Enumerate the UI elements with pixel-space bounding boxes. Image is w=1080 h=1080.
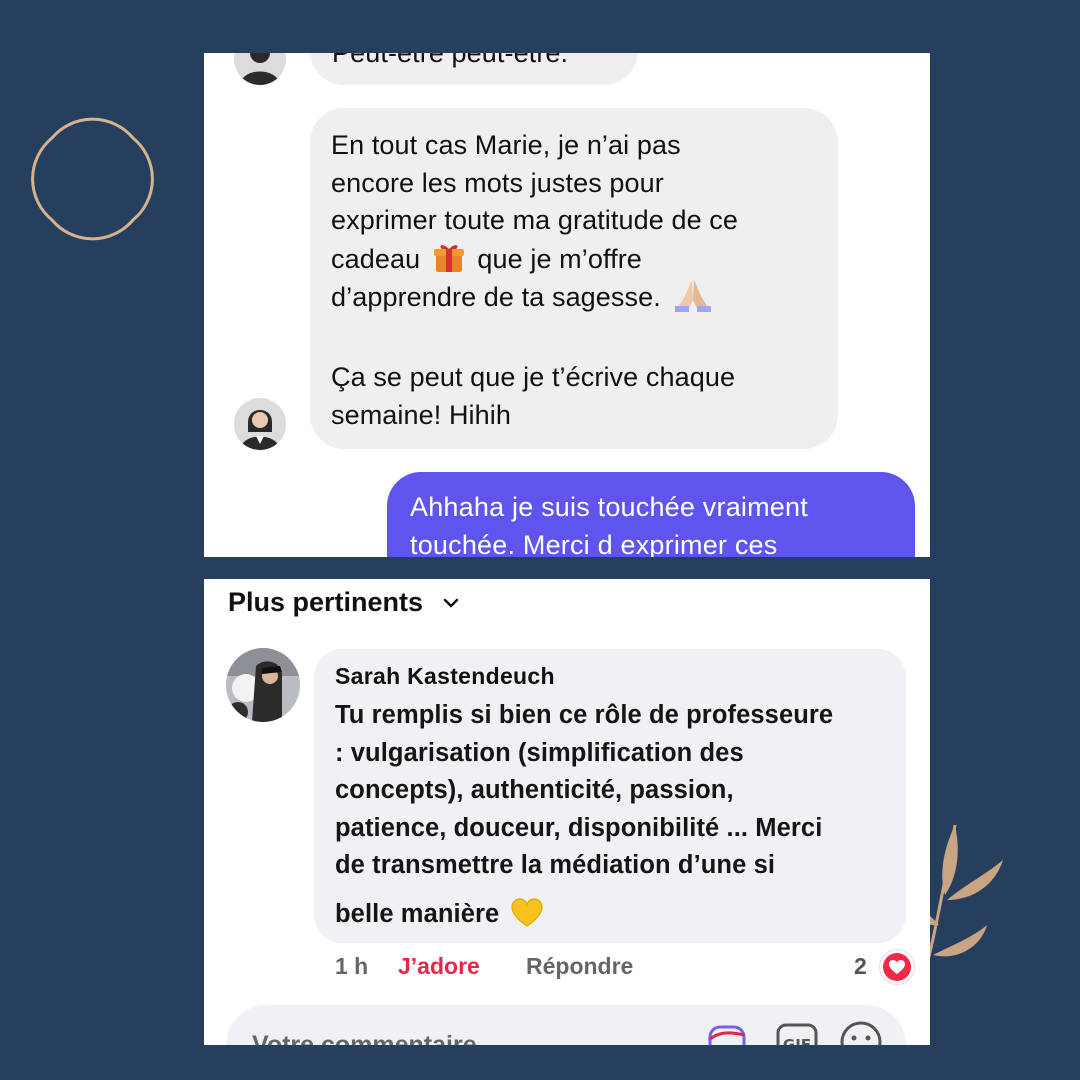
comment-line: patience, douceur, disponibilité ... Mer… — [335, 813, 823, 842]
messenger-screenshot: Peut-être peut-être. En tout cas Marie, … — [204, 53, 930, 557]
sticker-icon[interactable] — [704, 1019, 750, 1045]
comment-line: concepts), authenticité, passion, — [335, 776, 734, 805]
comment-text: belle manière — [335, 899, 500, 928]
avatar-photo — [234, 398, 286, 450]
comment-input[interactable] — [250, 1027, 674, 1045]
message-line: Ça se peut que je t’écrive chaque — [331, 362, 736, 392]
message-line: touchée. Merci d exprimer ces — [410, 529, 778, 558]
message-line-with-gift: cadeau que je m’offre — [331, 240, 738, 279]
message-text: Peut-être peut-être. — [332, 53, 569, 68]
comment-line-last: belle manière — [335, 896, 833, 934]
comment-author[interactable]: Sarah Kastendeuch — [335, 663, 555, 690]
message-bubble-received: En tout cas Marie, je n’ai pas encore le… — [310, 108, 838, 449]
avatar-photo — [226, 648, 300, 722]
love-reaction-button[interactable]: J’adore — [398, 953, 480, 980]
reaction-count[interactable]: 2 — [854, 953, 867, 980]
message-line-with-hands: d’apprendre de ta sagesse. — [331, 278, 738, 317]
comment-composer[interactable]: GIF — [226, 1005, 906, 1045]
comment-line: Tu remplis si bien ce rôle de professeur… — [335, 701, 834, 729]
sort-selector[interactable]: Plus pertinents — [228, 587, 459, 618]
message-text: que je m’offre — [477, 243, 642, 274]
message-line: Ahhaha je suis touchée vraiment — [410, 492, 808, 522]
comment-body: Tu remplis si bien ce rôle de professeur… — [335, 697, 833, 934]
love-reaction-icon — [880, 950, 914, 984]
yellow-heart-emoji — [510, 898, 543, 927]
avatar-photo — [234, 53, 286, 85]
quatrefoil-ornament — [31, 117, 154, 241]
message-line: exprimer toute ma gratitude de ce — [331, 205, 739, 235]
svg-text:GIF: GIF — [783, 1036, 811, 1045]
message-line: encore les mots justes pour — [331, 167, 664, 198]
reply-button[interactable]: Répondre — [526, 953, 633, 980]
message-text: d’apprendre de ta sagesse. — [331, 282, 661, 312]
sort-label: Plus pertinents — [228, 587, 424, 617]
contact-avatar[interactable] — [234, 53, 286, 85]
folded-hands-emoji — [675, 280, 712, 312]
gif-icon[interactable]: GIF — [774, 1019, 820, 1045]
chevron-down-icon — [443, 598, 459, 608]
message-text: cadeau — [331, 243, 421, 274]
comment-line: de transmettre la médiation d’une si — [335, 851, 776, 880]
message-line: semaine! Hihih — [331, 399, 511, 430]
message-line: En tout cas Marie, je n’ai pas — [331, 130, 681, 160]
gift-emoji — [433, 244, 464, 272]
comment-bubble: Sarah Kastendeuch Tu remplis si bien ce … — [314, 649, 906, 943]
comment-timestamp: 1 h — [335, 953, 369, 979]
comment-line: : vulgarisation (simplification des — [335, 738, 744, 767]
comment-screenshot: Plus pertinents Sarah Kastendeuch Tu rem… — [204, 579, 930, 1045]
emoji-icon[interactable] — [838, 1019, 884, 1045]
heart-icon — [883, 953, 911, 981]
message-bubble-sent: Ahhaha je suis touchée vraiment touchée.… — [387, 472, 915, 557]
message-bubble-previous: Peut-être peut-être. — [310, 53, 638, 85]
contact-avatar[interactable] — [234, 398, 286, 450]
commenter-avatar[interactable] — [226, 648, 300, 722]
